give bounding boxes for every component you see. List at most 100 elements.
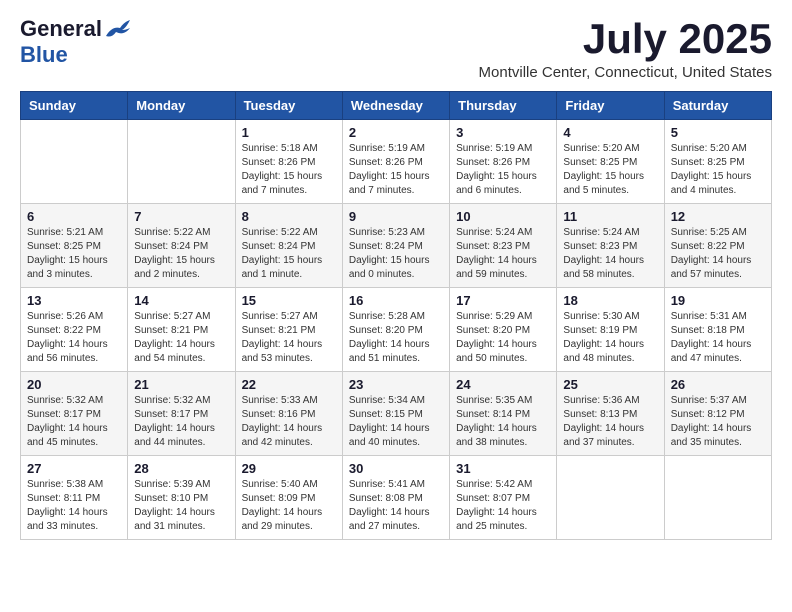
day-info: Sunrise: 5:30 AM Sunset: 8:19 PM Dayligh… — [563, 310, 657, 366]
day-info: Sunrise: 5:27 AM Sunset: 8:21 PM Dayligh… — [134, 310, 228, 366]
day-number: 14 — [134, 293, 228, 308]
day-info: Sunrise: 5:32 AM Sunset: 8:17 PM Dayligh… — [27, 394, 121, 450]
day-number: 7 — [134, 209, 228, 224]
table-row: 29 Sunrise: 5:40 AM Sunset: 8:09 PM Dayli… — [235, 456, 342, 540]
logo: General Blue — [20, 16, 132, 68]
logo-general-text: General — [20, 16, 102, 42]
day-info: Sunrise: 5:34 AM Sunset: 8:15 PM Dayligh… — [349, 394, 443, 450]
day-info: Sunrise: 5:19 AM Sunset: 8:26 PM Dayligh… — [456, 142, 550, 198]
calendar-week-4: 20 Sunrise: 5:32 AM Sunset: 8:17 PM Dayli… — [21, 372, 772, 456]
day-number: 2 — [349, 125, 443, 140]
day-info: Sunrise: 5:29 AM Sunset: 8:20 PM Dayligh… — [456, 310, 550, 366]
day-info: Sunrise: 5:37 AM Sunset: 8:12 PM Dayligh… — [671, 394, 765, 450]
day-info: Sunrise: 5:33 AM Sunset: 8:16 PM Dayligh… — [242, 394, 336, 450]
table-row: 6 Sunrise: 5:21 AM Sunset: 8:25 PM Daylig… — [21, 204, 128, 288]
table-row: 31Sunrise: 5:42 AM Sunset: 8:07 PM Dayli… — [450, 456, 557, 540]
day-number: 21 — [134, 377, 228, 392]
table-row: 26 Sunrise: 5:37 AM Sunset: 8:12 PM Dayli… — [664, 372, 771, 456]
table-row — [664, 456, 771, 540]
day-number: 18 — [563, 293, 657, 308]
title-section: July 2025 Montville Center, Connecticut,… — [479, 16, 772, 81]
table-row: 7 Sunrise: 5:22 AM Sunset: 8:24 PM Daylig… — [128, 204, 235, 288]
day-number: 17 — [456, 293, 550, 308]
day-info: Sunrise: 5:20 AM Sunset: 8:25 PM Dayligh… — [563, 142, 657, 198]
day-info: Sunrise: 5:39 AM Sunset: 8:10 PM Dayligh… — [134, 478, 228, 534]
day-number: 22 — [242, 377, 336, 392]
logo-bird-icon — [104, 18, 132, 40]
table-row: 10Sunrise: 5:24 AM Sunset: 8:23 PM Dayli… — [450, 204, 557, 288]
day-info: Sunrise: 5:26 AM Sunset: 8:22 PM Dayligh… — [27, 310, 121, 366]
day-number: 11 — [563, 209, 657, 224]
day-number: 9 — [349, 209, 443, 224]
day-number: 29 — [242, 461, 336, 476]
table-row — [557, 456, 664, 540]
calendar-week-5: 27Sunrise: 5:38 AM Sunset: 8:11 PM Dayli… — [21, 456, 772, 540]
logo-blue-text: Blue — [20, 42, 68, 68]
day-info: Sunrise: 5:36 AM Sunset: 8:13 PM Dayligh… — [563, 394, 657, 450]
day-info: Sunrise: 5:32 AM Sunset: 8:17 PM Dayligh… — [134, 394, 228, 450]
table-row: 27Sunrise: 5:38 AM Sunset: 8:11 PM Dayli… — [21, 456, 128, 540]
day-info: Sunrise: 5:40 AM Sunset: 8:09 PM Dayligh… — [242, 478, 336, 534]
day-info: Sunrise: 5:21 AM Sunset: 8:25 PM Dayligh… — [27, 226, 121, 282]
day-info: Sunrise: 5:25 AM Sunset: 8:22 PM Dayligh… — [671, 226, 765, 282]
calendar-header-row: Sunday Monday Tuesday Wednesday Thursday… — [21, 92, 772, 120]
day-number: 27 — [27, 461, 121, 476]
day-number: 28 — [134, 461, 228, 476]
table-row: 13Sunrise: 5:26 AM Sunset: 8:22 PM Dayli… — [21, 288, 128, 372]
header-saturday: Saturday — [664, 92, 771, 120]
day-info: Sunrise: 5:28 AM Sunset: 8:20 PM Dayligh… — [349, 310, 443, 366]
day-info: Sunrise: 5:22 AM Sunset: 8:24 PM Dayligh… — [134, 226, 228, 282]
day-info: Sunrise: 5:19 AM Sunset: 8:26 PM Dayligh… — [349, 142, 443, 198]
table-row: 12 Sunrise: 5:25 AM Sunset: 8:22 PM Dayli… — [664, 204, 771, 288]
day-info: Sunrise: 5:22 AM Sunset: 8:24 PM Dayligh… — [242, 226, 336, 282]
table-row: 21 Sunrise: 5:32 AM Sunset: 8:17 PM Dayli… — [128, 372, 235, 456]
table-row: 4 Sunrise: 5:20 AM Sunset: 8:25 PM Daylig… — [557, 120, 664, 204]
day-info: Sunrise: 5:27 AM Sunset: 8:21 PM Dayligh… — [242, 310, 336, 366]
day-number: 8 — [242, 209, 336, 224]
day-number: 19 — [671, 293, 765, 308]
table-row: 18 Sunrise: 5:30 AM Sunset: 8:19 PM Dayli… — [557, 288, 664, 372]
day-number: 30 — [349, 461, 443, 476]
table-row: 16Sunrise: 5:28 AM Sunset: 8:20 PM Dayli… — [342, 288, 449, 372]
day-number: 26 — [671, 377, 765, 392]
day-info: Sunrise: 5:41 AM Sunset: 8:08 PM Dayligh… — [349, 478, 443, 534]
table-row: 8 Sunrise: 5:22 AM Sunset: 8:24 PM Daylig… — [235, 204, 342, 288]
table-row: 5 Sunrise: 5:20 AM Sunset: 8:25 PM Daylig… — [664, 120, 771, 204]
header-friday: Friday — [557, 92, 664, 120]
day-number: 1 — [242, 125, 336, 140]
day-number: 3 — [456, 125, 550, 140]
table-row: 3 Sunrise: 5:19 AM Sunset: 8:26 PM Daylig… — [450, 120, 557, 204]
table-row: 17 Sunrise: 5:29 AM Sunset: 8:20 PM Dayli… — [450, 288, 557, 372]
table-row: 25Sunrise: 5:36 AM Sunset: 8:13 PM Dayli… — [557, 372, 664, 456]
day-number: 20 — [27, 377, 121, 392]
day-info: Sunrise: 5:23 AM Sunset: 8:24 PM Dayligh… — [349, 226, 443, 282]
day-number: 4 — [563, 125, 657, 140]
table-row — [128, 120, 235, 204]
table-row: 22 Sunrise: 5:33 AM Sunset: 8:16 PM Dayli… — [235, 372, 342, 456]
day-info: Sunrise: 5:31 AM Sunset: 8:18 PM Dayligh… — [671, 310, 765, 366]
calendar-week-3: 13Sunrise: 5:26 AM Sunset: 8:22 PM Dayli… — [21, 288, 772, 372]
day-number: 23 — [349, 377, 443, 392]
table-row: 19 Sunrise: 5:31 AM Sunset: 8:18 PM Dayli… — [664, 288, 771, 372]
calendar-table: Sunday Monday Tuesday Wednesday Thursday… — [20, 91, 772, 540]
table-row: 14 Sunrise: 5:27 AM Sunset: 8:21 PM Dayli… — [128, 288, 235, 372]
table-row: 30 Sunrise: 5:41 AM Sunset: 8:08 PM Dayli… — [342, 456, 449, 540]
header-monday: Monday — [128, 92, 235, 120]
month-title: July 2025 — [479, 16, 772, 62]
table-row — [21, 120, 128, 204]
table-row: 20 Sunrise: 5:32 AM Sunset: 8:17 PM Dayli… — [21, 372, 128, 456]
page-container: General Blue July 2025 Montville Center,… — [0, 0, 792, 552]
day-info: Sunrise: 5:20 AM Sunset: 8:25 PM Dayligh… — [671, 142, 765, 198]
table-row: 28 Sunrise: 5:39 AM Sunset: 8:10 PM Dayli… — [128, 456, 235, 540]
day-number: 5 — [671, 125, 765, 140]
day-info: Sunrise: 5:42 AM Sunset: 8:07 PM Dayligh… — [456, 478, 550, 534]
day-number: 15 — [242, 293, 336, 308]
day-info: Sunrise: 5:35 AM Sunset: 8:14 PM Dayligh… — [456, 394, 550, 450]
header-sunday: Sunday — [21, 92, 128, 120]
day-number: 24 — [456, 377, 550, 392]
calendar-week-1: 1Sunrise: 5:18 AM Sunset: 8:26 PM Daylig… — [21, 120, 772, 204]
day-number: 12 — [671, 209, 765, 224]
calendar-week-2: 6 Sunrise: 5:21 AM Sunset: 8:25 PM Daylig… — [21, 204, 772, 288]
table-row: 11Sunrise: 5:24 AM Sunset: 8:23 PM Dayli… — [557, 204, 664, 288]
day-number: 6 — [27, 209, 121, 224]
